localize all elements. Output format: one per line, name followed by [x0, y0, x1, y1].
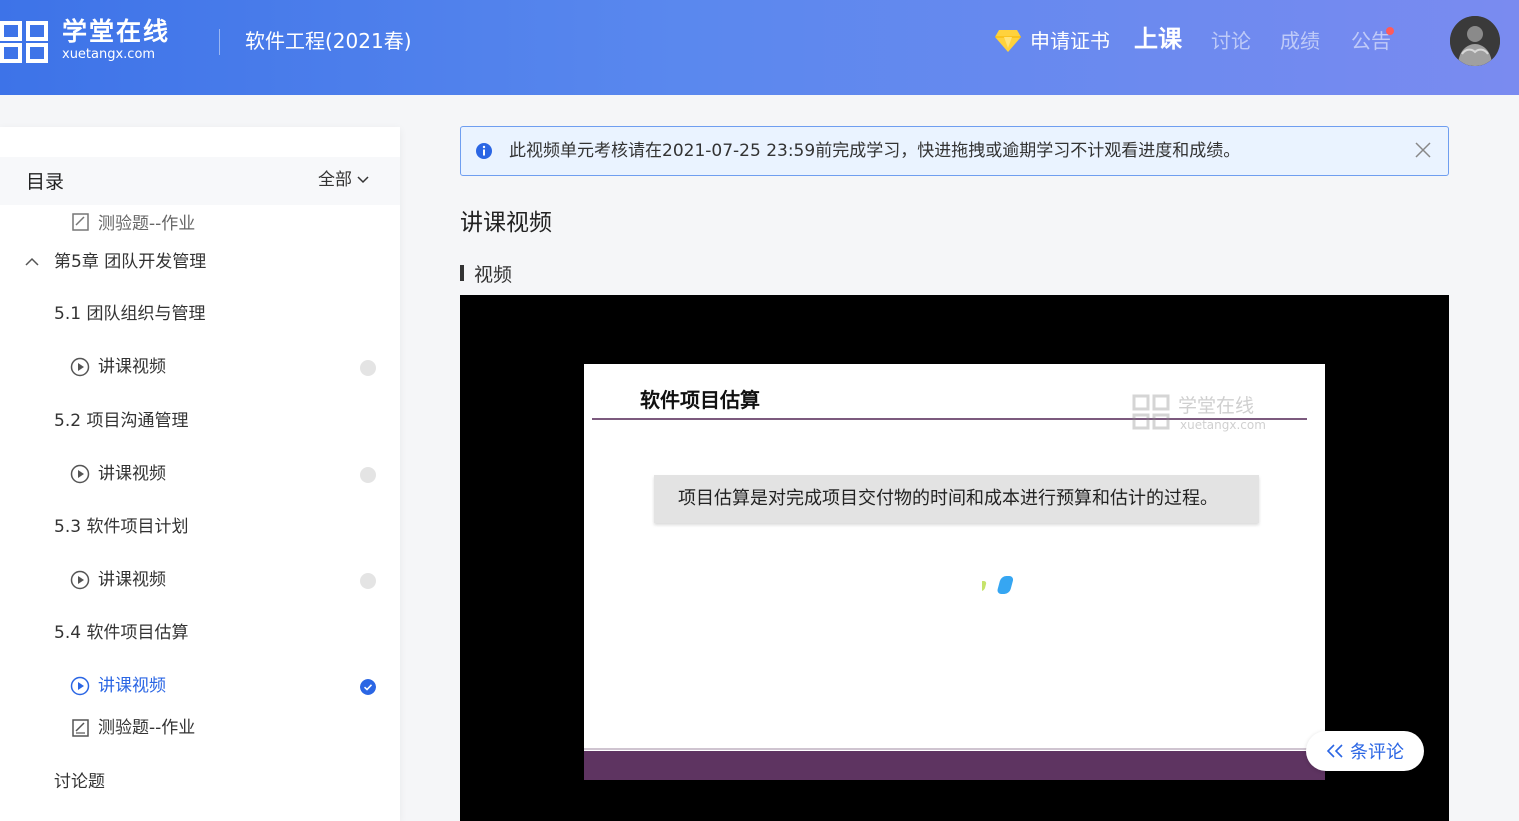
alert-text: 此视频单元考核请在2021-07-25 23:59前完成学习，快进拖拽或逾期学习…	[509, 141, 1241, 161]
outline-item-label: 讲课视频	[98, 357, 166, 377]
comments-label: 条评论	[1350, 742, 1404, 763]
filter-dropdown[interactable]: 全部	[318, 167, 369, 193]
notification-dot	[1386, 27, 1394, 35]
progress-indicator	[360, 573, 376, 589]
outline-item-label: 测验题--作业	[98, 718, 196, 738]
logo-text-en: xuetangx.com	[62, 46, 156, 62]
slide-definition-box: 项目估算是对完成项目交付物的时间和成本进行预算和估计的过程。	[654, 475, 1259, 523]
filter-label: 全部	[318, 170, 352, 190]
watermark-text-cn: 学堂在线	[1178, 395, 1254, 417]
outline-item-discussion[interactable]: 讨论题	[54, 770, 105, 794]
sidebar-header: 目录 全部	[0, 157, 400, 205]
slide-footer-line	[584, 748, 1325, 750]
section-label-text: 视频	[474, 263, 513, 286]
watermark-logo: 学堂在线 xuetangx.com	[1132, 394, 1266, 432]
play-icon	[70, 676, 90, 696]
page-title: 讲课视频	[460, 210, 552, 236]
header-divider	[219, 29, 220, 55]
info-icon	[476, 143, 492, 159]
quiz-icon	[72, 213, 89, 231]
course-title[interactable]: 软件工程(2021春)	[245, 28, 412, 54]
chevron-down-icon	[357, 176, 369, 184]
section-5-3[interactable]: 5.3 软件项目计划	[54, 515, 188, 539]
double-chevron-left-icon	[1326, 744, 1343, 758]
sidebar-title: 目录	[26, 171, 65, 193]
close-icon[interactable]	[1414, 141, 1432, 159]
course-outline-sidebar: 目录 全部 测验题--作业 第5章 团队开发管理 5.1 团队组织与管理 讲课视…	[0, 127, 400, 821]
nav-notice[interactable]: 公告	[1351, 26, 1391, 56]
diamond-icon	[995, 30, 1021, 52]
logo-icon	[0, 21, 48, 63]
watermark-text-en: xuetangx.com	[1180, 418, 1266, 432]
outline-item-label: 讲课视频	[98, 464, 166, 484]
loading-spinner-icon	[982, 576, 1014, 594]
section-marker	[460, 265, 464, 281]
play-icon	[70, 464, 90, 484]
outline-item-label: 讲课视频	[98, 570, 166, 590]
section-5-4[interactable]: 5.4 软件项目估算	[54, 621, 188, 645]
nav-grades[interactable]: 成绩	[1280, 26, 1320, 56]
outline-item-label: 讲课视频	[98, 676, 166, 696]
avatar[interactable]	[1450, 16, 1500, 66]
logo[interactable]: 学堂在线 xuetangx.com	[0, 14, 170, 66]
play-icon	[70, 357, 90, 377]
nav-discussion[interactable]: 讨论	[1211, 26, 1251, 56]
slide-body-text: 项目估算是对完成项目交付物的时间和成本进行预算和估计的过程。	[678, 488, 1218, 509]
logo-text-cn: 学堂在线	[62, 16, 171, 46]
section-5-2[interactable]: 5.2 项目沟通管理	[54, 409, 188, 433]
section-5-1[interactable]: 5.1 团队组织与管理	[54, 302, 205, 326]
progress-indicator	[360, 360, 376, 376]
outline-item-label: 测验题--作业	[98, 214, 196, 234]
avatar-image	[1450, 16, 1500, 66]
deadline-alert: 此视频单元考核请在2021-07-25 23:59前完成学习，快进拖拽或逾期学习…	[460, 126, 1449, 176]
video-player[interactable]: 软件项目估算 学堂在线 xuetangx.com 项目估算是对完成项目交付物的时…	[460, 295, 1449, 821]
quiz-icon	[72, 719, 89, 737]
comments-toggle-button[interactable]: 条评论	[1306, 731, 1424, 771]
slide-title: 软件项目估算	[640, 388, 760, 412]
video-section-label: 视频	[460, 261, 513, 286]
check-circle-icon	[360, 679, 376, 695]
chevron-up-icon	[25, 257, 39, 266]
chapter-label: 第5章 团队开发管理	[54, 252, 207, 272]
slide-footer-bar	[584, 751, 1325, 780]
nav-certificate-label: 申请证书	[1030, 29, 1110, 53]
top-header: 学堂在线 xuetangx.com 软件工程(2021春) 申请证书 上课 讨论…	[0, 0, 1519, 95]
nav-class[interactable]: 上课	[1134, 24, 1182, 54]
play-icon	[70, 570, 90, 590]
video-frame: 软件项目估算 学堂在线 xuetangx.com 项目估算是对完成项目交付物的时…	[584, 364, 1325, 780]
nav-certificate[interactable]: 申请证书	[994, 26, 1110, 56]
progress-indicator	[360, 467, 376, 483]
